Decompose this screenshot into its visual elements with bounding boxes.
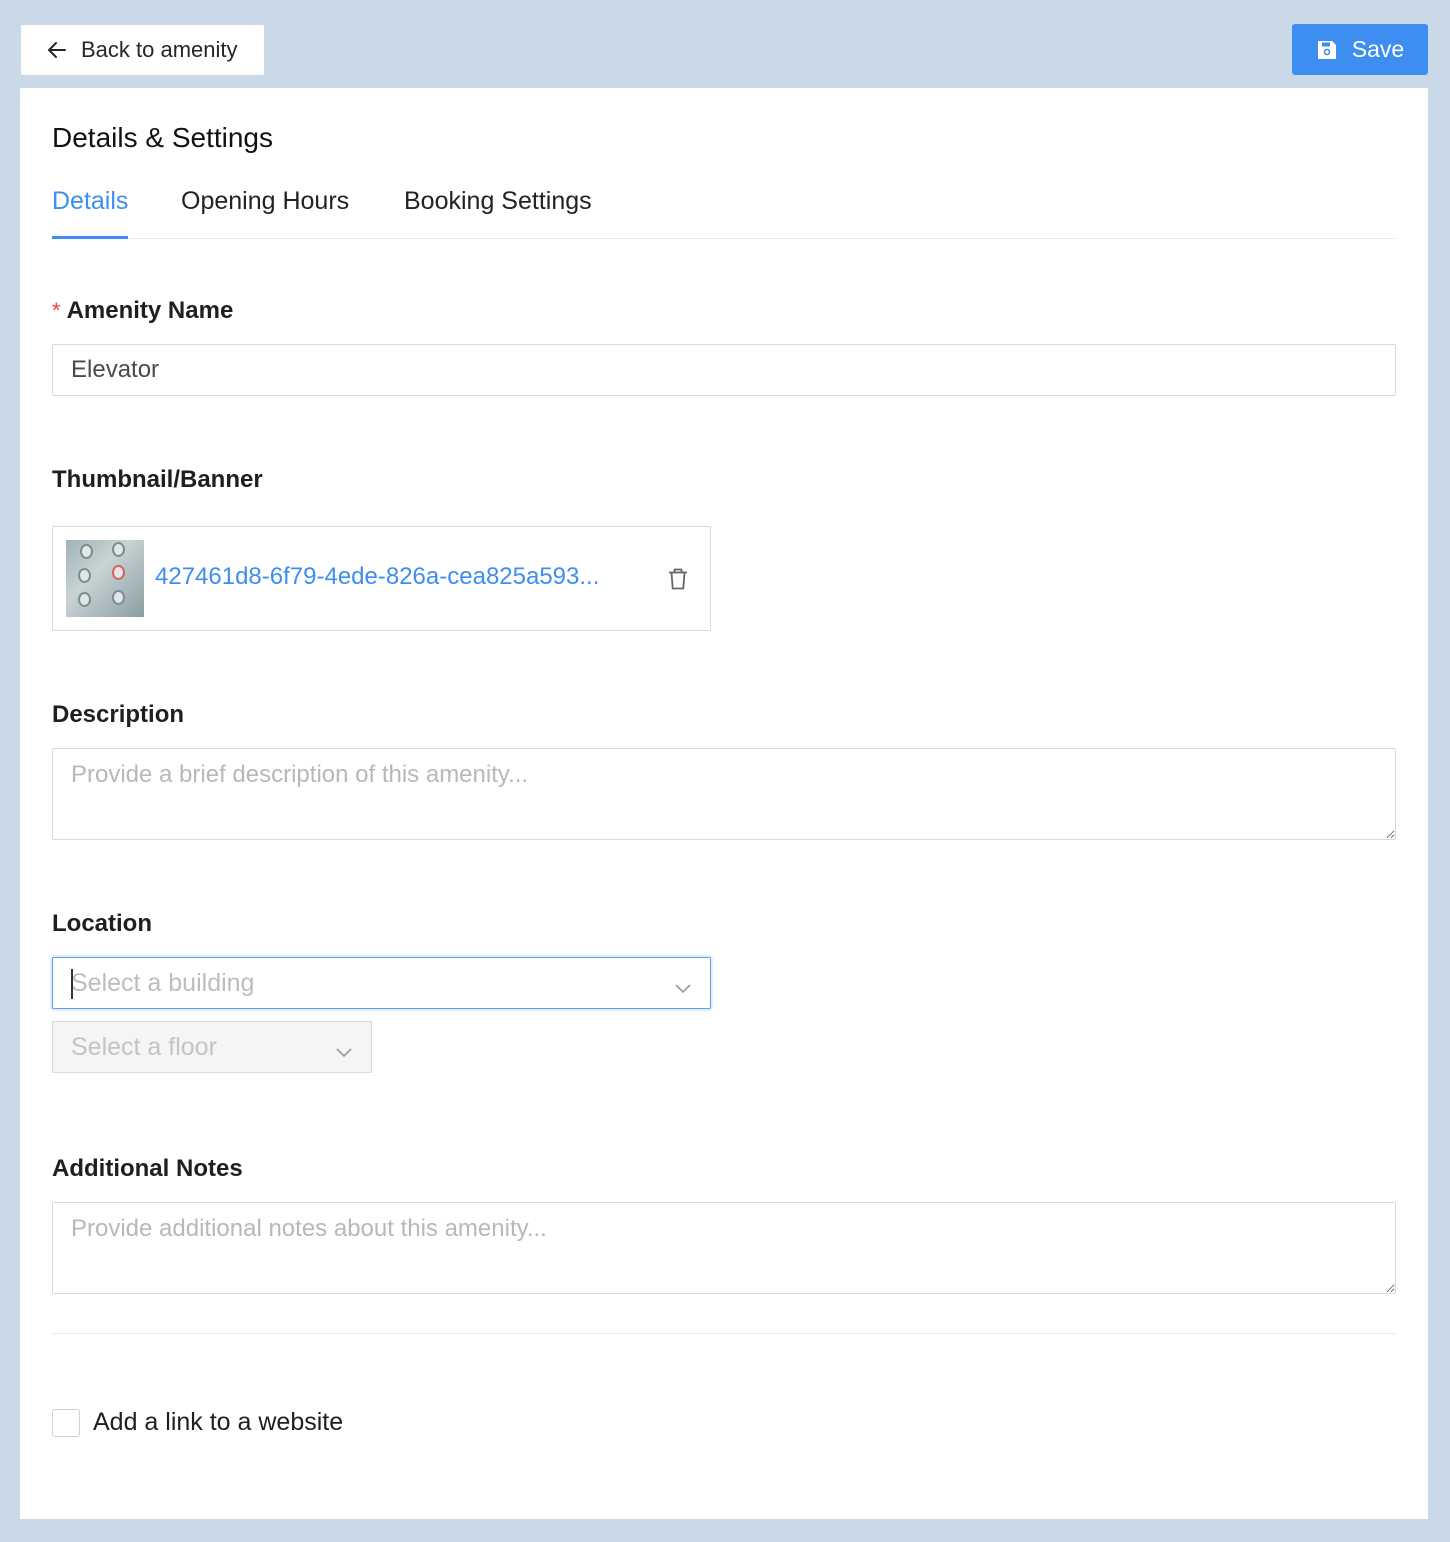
website-link-checkbox[interactable] <box>52 1408 80 1437</box>
amenity-name-input[interactable] <box>52 344 1396 396</box>
amenity-name-label: * Amenity Name <box>52 297 233 325</box>
floor-select-placeholder: Select a floor <box>71 1032 217 1061</box>
amenity-name-label-text: Amenity Name <box>66 297 234 324</box>
building-select-placeholder: Select a building <box>71 968 255 997</box>
chevron-down-icon <box>674 975 692 994</box>
save-disk-icon <box>1316 39 1338 61</box>
section-divider <box>52 1333 1396 1334</box>
arrow-left-icon <box>45 38 69 62</box>
website-link-label: Add a link to a website <box>93 1408 344 1436</box>
thumbnail-upload-item: 427461d8-6f79-4ede-826a-cea825a593... <box>52 526 711 631</box>
description-label: Description <box>52 701 185 728</box>
floor-select[interactable]: Select a floor <box>52 1021 372 1073</box>
description-textarea[interactable] <box>52 748 1396 840</box>
thumbnail-image <box>66 540 144 617</box>
tab-booking-settings[interactable]: Booking Settings <box>404 184 592 239</box>
tab-bar: Details Opening Hours Booking Settings <box>52 184 1396 239</box>
tab-opening-hours[interactable]: Opening Hours <box>181 184 349 239</box>
text-cursor <box>71 969 73 999</box>
additional-notes-label: Additional Notes <box>52 1155 243 1182</box>
thumbnail-label: Thumbnail/Banner <box>52 466 263 493</box>
back-to-amenity-button[interactable]: Back to amenity <box>21 25 264 75</box>
thumbnail-file-link[interactable]: 427461d8-6f79-4ede-826a-cea825a593... <box>155 563 599 591</box>
additional-notes-textarea[interactable] <box>52 1202 1396 1294</box>
save-button[interactable]: Save <box>1292 24 1428 75</box>
page-title: Details & Settings <box>52 122 273 153</box>
trash-icon[interactable] <box>665 566 691 592</box>
back-button-label: Back to amenity <box>81 37 238 62</box>
website-link-option[interactable]: Add a link to a website <box>52 1408 343 1437</box>
required-mark: * <box>52 298 61 323</box>
settings-card: Details & Settings Details Opening Hours… <box>20 88 1428 1519</box>
tab-details[interactable]: Details <box>52 184 129 239</box>
save-button-label: Save <box>1351 36 1405 62</box>
chevron-down-icon <box>335 1039 353 1058</box>
location-label: Location <box>52 910 152 937</box>
building-select[interactable]: Select a building <box>52 957 711 1009</box>
